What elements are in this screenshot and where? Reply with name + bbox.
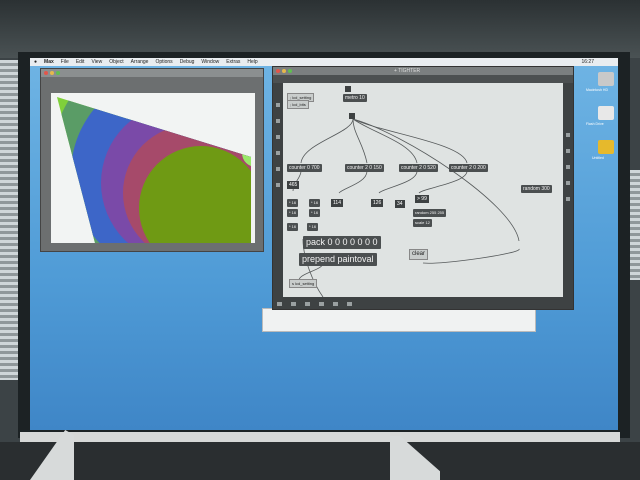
pack-object[interactable]: pack 0 0 0 0 0 0 0 — [303, 236, 381, 249]
search-icon[interactable] — [566, 197, 570, 201]
bang-button[interactable] — [345, 86, 351, 92]
inspector-icons — [566, 133, 570, 201]
drive-icon[interactable] — [598, 106, 614, 120]
background-document[interactable] — [262, 308, 536, 332]
menu-bar: ● Max File Edit View Object Arrange Opti… — [30, 58, 618, 66]
lcd-window-titlebar[interactable] — [41, 69, 263, 77]
zoom-icon[interactable] — [288, 69, 292, 73]
counter-object[interactable]: counter 2 0 200 — [449, 164, 488, 172]
menu-extras[interactable]: Extras — [226, 59, 240, 65]
plugin-icon[interactable] — [276, 183, 280, 187]
math-object[interactable]: * 16 — [287, 223, 299, 231]
menu-view[interactable]: View — [91, 59, 102, 65]
prepend-object[interactable]: prepend paintoval — [299, 253, 377, 266]
clear-message[interactable]: clear — [409, 249, 429, 260]
patcher-bottom-bar — [273, 297, 573, 309]
patcher-title: + TIGHTER — [394, 68, 421, 74]
patcher-left-sidebar — [273, 83, 283, 297]
menu-clock[interactable]: 16:27 — [581, 59, 594, 65]
counter-object[interactable]: counter 0 700 — [287, 164, 322, 172]
minimize-icon[interactable] — [50, 71, 54, 75]
patcher-titlebar[interactable]: + TIGHTER — [273, 67, 573, 75]
edit-icon[interactable] — [347, 302, 352, 306]
room-ceiling — [0, 0, 640, 58]
metro-object[interactable]: metro 10 — [343, 94, 367, 102]
cord — [352, 118, 418, 164]
patch-canvas[interactable]: ; lcd_setting ; lcd_bits metro 10 counte… — [283, 83, 563, 297]
lcd-window — [40, 68, 264, 252]
menu-edit[interactable]: Edit — [76, 59, 85, 65]
menu-options[interactable]: Options — [155, 59, 172, 65]
screen-bottom-bar — [20, 432, 620, 442]
presentation-icon[interactable] — [291, 302, 296, 306]
message-lcd-bits[interactable]: ; lcd_bits — [287, 100, 309, 109]
debug-icon[interactable] — [333, 302, 338, 306]
menu-window[interactable]: Window — [201, 59, 219, 65]
grid-icon[interactable] — [305, 302, 310, 306]
cord — [338, 170, 368, 194]
patcher-right-sidebar — [563, 83, 573, 297]
window-blind-left — [0, 60, 20, 380]
random-object[interactable]: random 255 255 — [413, 209, 447, 217]
menu-help[interactable]: Help — [247, 59, 257, 65]
menu-debug[interactable]: Debug — [180, 59, 195, 65]
apple-icon[interactable]: ● — [34, 59, 37, 65]
menu-arrange[interactable]: Arrange — [131, 59, 149, 65]
room-floor — [0, 442, 640, 480]
inspector-icon[interactable] — [566, 133, 570, 137]
object-palette-icon[interactable] — [276, 103, 280, 107]
clue-icon[interactable] — [566, 181, 570, 185]
scale-object[interactable]: scale 12 — [413, 219, 432, 227]
cord — [418, 170, 468, 194]
bang-button[interactable] — [349, 113, 355, 119]
minimize-icon[interactable] — [282, 69, 286, 73]
counter-object[interactable]: counter 2 0 150 — [345, 164, 384, 172]
cord — [422, 248, 520, 264]
close-icon[interactable] — [44, 71, 48, 75]
music-icon[interactable] — [276, 119, 280, 123]
random-object[interactable]: random 300 — [521, 185, 552, 193]
menu-app[interactable]: Max — [44, 59, 54, 65]
tool-icon[interactable] — [276, 167, 280, 171]
palette-icons — [276, 103, 280, 187]
lcd-canvas[interactable] — [51, 93, 255, 243]
cord — [300, 118, 354, 164]
media-icon[interactable] — [276, 135, 280, 139]
drive-label: Flash Drive — [586, 122, 604, 126]
number-box[interactable]: > 99 — [415, 195, 429, 203]
send-object[interactable]: s lcd_setting — [289, 279, 318, 288]
zoom-icon[interactable] — [56, 71, 60, 75]
math-object[interactable]: * 16 — [309, 209, 321, 217]
menu-object[interactable]: Object — [109, 59, 123, 65]
patcher-window: + TIGHTER ; lcd_setting ; lcd_bits metro… — [272, 66, 574, 310]
folder-label: Untitled — [592, 156, 604, 160]
number-box[interactable]: 114 — [331, 199, 343, 207]
snap-icon[interactable] — [319, 302, 324, 306]
drive-icon[interactable] — [598, 72, 614, 86]
patcher-toolbar — [273, 75, 573, 88]
cord — [378, 170, 418, 194]
math-object[interactable]: * 16 — [307, 223, 319, 231]
image-icon[interactable] — [276, 151, 280, 155]
folder-icon[interactable] — [598, 140, 614, 154]
bottom-icons — [277, 302, 352, 306]
number-box[interactable]: 126 — [371, 199, 384, 207]
number-box[interactable]: 34 — [395, 200, 405, 208]
cord — [352, 118, 520, 242]
lcd-drawing — [57, 97, 251, 243]
math-object[interactable]: * 16 — [287, 199, 299, 207]
counter-object[interactable]: counter 2 0 520 — [399, 164, 438, 172]
menu-file[interactable]: File — [61, 59, 69, 65]
console-icon[interactable] — [566, 165, 570, 169]
math-object[interactable]: * 16 — [287, 209, 299, 217]
number-box[interactable]: 465 — [287, 181, 300, 189]
desktop: ● Max File Edit View Object Arrange Opti… — [30, 58, 618, 430]
lock-icon[interactable] — [277, 302, 282, 306]
cord — [352, 118, 468, 164]
help-icon[interactable] — [566, 149, 570, 153]
math-object[interactable]: * 16 — [309, 199, 321, 207]
drive-label: Macintosh HD — [586, 88, 608, 92]
close-icon[interactable] — [276, 69, 280, 73]
